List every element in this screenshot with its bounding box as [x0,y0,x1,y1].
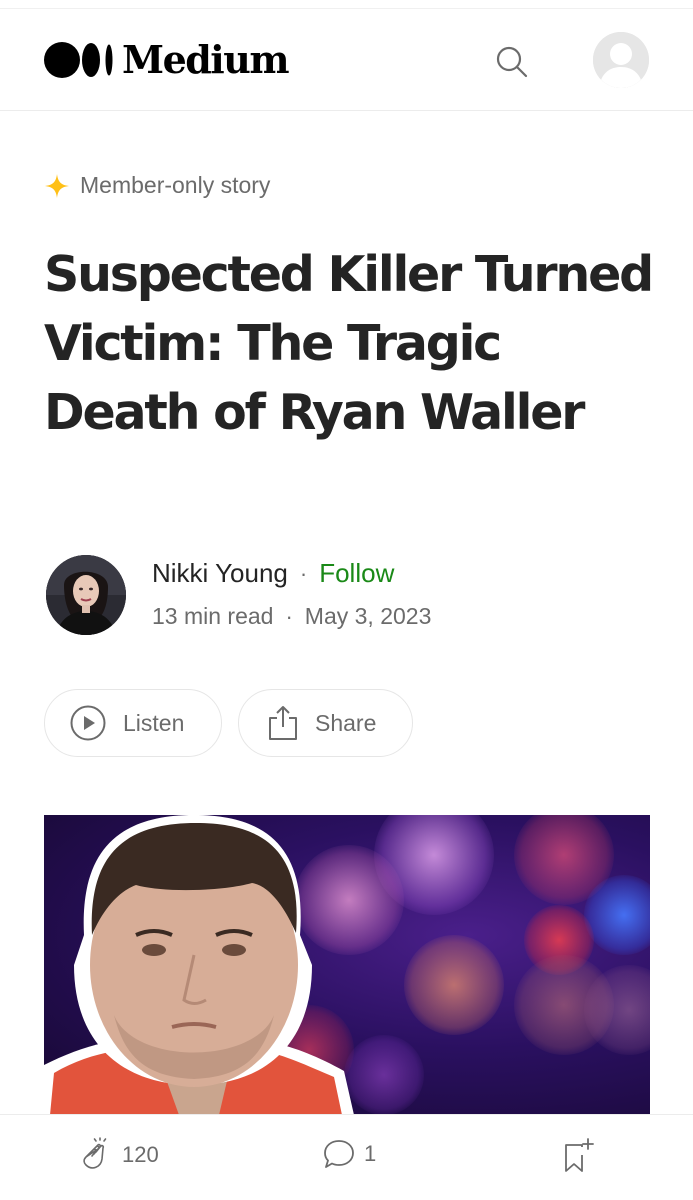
author-name-link[interactable]: Nikki Young [152,558,288,589]
bookmark-add-icon [560,1137,596,1175]
user-avatar-placeholder-icon [593,32,649,88]
clap-icon [78,1137,114,1173]
read-time: 13 min read [152,603,274,629]
medium-logo-icon [44,42,113,78]
bottom-action-bar: 120 1 [0,1114,693,1200]
logo-wordmark: Medium [122,37,290,82]
top-navbar: Medium [0,9,693,111]
hero-image [44,815,650,1115]
clap-count: 120 [122,1142,159,1167]
search-icon [496,46,528,78]
play-circle-icon [69,704,107,742]
author-line: Nikki Young · Follow [152,558,394,589]
share-label: Share [315,709,377,736]
clap-button[interactable]: 120 [78,1137,159,1173]
listen-button[interactable]: Listen [44,689,222,757]
separator-dot: · [299,560,308,586]
member-only-label: Member-only story [80,172,271,198]
comment-button[interactable]: 1 [322,1137,376,1171]
mugshot-figure [44,815,354,1115]
member-only-badge: Member-only story [44,172,270,199]
medium-logo[interactable]: Medium [44,36,290,84]
article-title: Suspected Killer Turned Victim: The Trag… [44,246,654,441]
author-photo [46,555,126,635]
listen-label: Listen [123,709,185,736]
comment-count: 1 [364,1141,377,1166]
search-button[interactable] [492,42,532,82]
publish-date: May 3, 2023 [304,603,432,629]
bookmark-button[interactable] [560,1137,604,1175]
user-avatar-button[interactable] [593,32,649,88]
share-button[interactable]: Share [238,689,413,757]
share-icon [267,704,299,742]
separator-dot: · [285,603,293,629]
sparkle-star-icon [44,173,70,199]
author-avatar[interactable] [46,555,126,635]
follow-button[interactable]: Follow [319,558,394,589]
article-meta: 13 min read · May 3, 2023 [152,603,431,630]
comment-bubble-icon [322,1137,356,1171]
